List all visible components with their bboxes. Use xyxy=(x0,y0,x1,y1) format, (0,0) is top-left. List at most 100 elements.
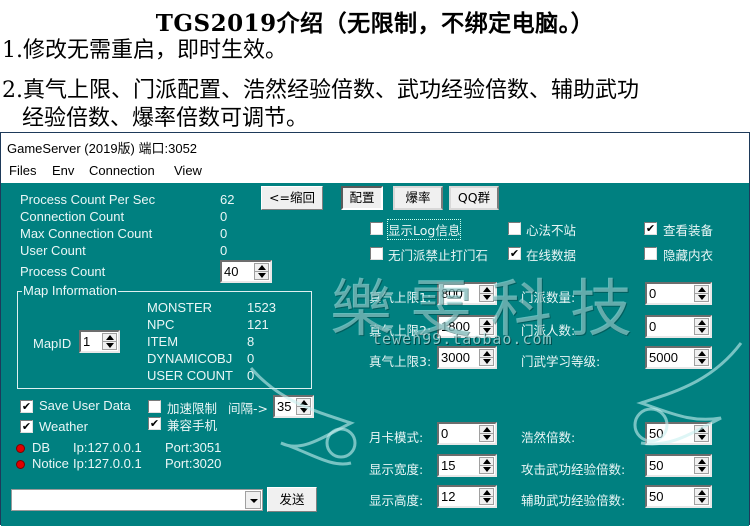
stat-value: 0 xyxy=(220,243,228,258)
arrow-up-icon[interactable] xyxy=(106,335,114,340)
arrow-down-icon[interactable] xyxy=(483,498,491,503)
dropdown-button[interactable] xyxy=(245,491,261,509)
qi-limit-3-spinner[interactable]: 3000 xyxy=(437,346,497,369)
field-value: 50 xyxy=(649,458,664,473)
arrow-up-icon[interactable] xyxy=(483,351,491,356)
menu-connection[interactable]: Connection xyxy=(89,163,155,178)
menu-view[interactable]: View xyxy=(174,163,202,178)
field-label: 辅助武功经验倍数: xyxy=(521,493,626,508)
arrow-up-icon[interactable] xyxy=(483,427,491,432)
spinner-arrows[interactable] xyxy=(479,285,494,302)
field-label: 显示宽度: xyxy=(369,462,424,477)
arrow-up-icon[interactable] xyxy=(698,427,706,432)
arrow-down-icon[interactable] xyxy=(483,359,491,364)
spinner-arrows[interactable] xyxy=(694,318,709,335)
sect-count-spinner[interactable]: 0 xyxy=(645,282,712,305)
arrow-up-icon[interactable] xyxy=(698,351,706,356)
spinner-arrows[interactable] xyxy=(479,349,494,366)
connection-ip: Ip:127.0.0.1 xyxy=(73,440,142,455)
arrow-down-icon[interactable] xyxy=(483,435,491,440)
online-data-checkbox[interactable]: ✔ xyxy=(508,247,521,260)
client-area: Process Count Per Sec 62 Connection Coun… xyxy=(1,183,749,526)
arrow-down-icon[interactable] xyxy=(483,328,491,333)
xinfa-checkbox[interactable] xyxy=(508,222,521,235)
collapse-button[interactable]: <=缩回 xyxy=(261,186,323,210)
arrow-down-icon[interactable] xyxy=(698,328,706,333)
mobile-compat-checkbox[interactable]: ✔ xyxy=(148,417,161,430)
save-user-data-checkbox[interactable]: ✔ xyxy=(20,400,33,413)
spinner-arrows[interactable] xyxy=(694,285,709,302)
arrow-down-icon[interactable] xyxy=(698,359,706,364)
display-width-spinner[interactable]: 15 xyxy=(437,454,497,477)
process-count-spinner[interactable]: 40 xyxy=(220,260,272,283)
spinner-arrows[interactable] xyxy=(694,488,709,505)
sect-skill-level-spinner[interactable]: 5000 xyxy=(645,346,712,369)
arrow-up-icon[interactable] xyxy=(258,265,266,270)
menu-env[interactable]: Env xyxy=(52,163,74,178)
field-value: 5000 xyxy=(649,350,678,365)
tab-config[interactable]: 配置 xyxy=(341,186,383,210)
arrow-up-icon[interactable] xyxy=(483,490,491,495)
field-value: 3000 xyxy=(441,350,470,365)
arrow-down-icon[interactable] xyxy=(483,295,491,300)
map-row-value: 0 xyxy=(247,351,255,366)
monthly-card-spinner[interactable]: 0 xyxy=(437,422,497,445)
arrow-down-icon[interactable] xyxy=(483,467,491,472)
map-row-label: MONSTER xyxy=(147,300,212,315)
arrow-down-icon[interactable] xyxy=(698,295,706,300)
arrow-down-icon[interactable] xyxy=(698,498,706,503)
send-button[interactable]: 发送 xyxy=(267,487,317,512)
connection-port: Port:3020 xyxy=(165,456,222,471)
show-log-checkbox[interactable] xyxy=(370,222,383,235)
arrow-down-icon[interactable] xyxy=(106,343,114,348)
group-legend: Map Information xyxy=(22,283,118,298)
arrow-down-icon[interactable] xyxy=(300,408,308,413)
attack-skill-exp-spinner[interactable]: 50 xyxy=(645,454,712,477)
arrow-up-icon[interactable] xyxy=(698,320,706,325)
tab-drop-rate[interactable]: 爆率 xyxy=(393,186,443,210)
speed-limit-checkbox[interactable] xyxy=(148,400,161,413)
qi-limit-2-spinner[interactable]: 1800 xyxy=(437,315,497,338)
support-skill-exp-spinner[interactable]: 50 xyxy=(645,485,712,508)
arrow-up-icon[interactable] xyxy=(483,459,491,464)
arrow-up-icon[interactable] xyxy=(698,459,706,464)
spinner-arrows[interactable] xyxy=(694,457,709,474)
process-count-label: Process Count xyxy=(20,264,106,279)
spinner-arrows[interactable] xyxy=(694,425,709,442)
arrow-up-icon[interactable] xyxy=(483,320,491,325)
spinner-arrows[interactable] xyxy=(694,349,709,366)
spinner-arrows[interactable] xyxy=(479,425,494,442)
qi-limit-1-spinner[interactable]: 800 xyxy=(437,282,497,305)
spinner-arrows[interactable] xyxy=(254,263,269,280)
display-height-spinner[interactable]: 12 xyxy=(437,485,497,508)
arrow-down-icon[interactable] xyxy=(258,273,266,278)
hide-underwear-checkbox[interactable] xyxy=(644,247,657,260)
arrow-down-icon[interactable] xyxy=(698,467,706,472)
spinner-arrows[interactable] xyxy=(296,398,311,415)
menu-bar: Files Env Connection View xyxy=(1,159,749,183)
haoran-multiplier-spinner[interactable]: 50 xyxy=(645,422,712,445)
arrow-up-icon[interactable] xyxy=(698,287,706,292)
arrow-up-icon[interactable] xyxy=(300,400,308,405)
connection-port: Port:3051 xyxy=(165,440,222,455)
interval-label: 间隔-> xyxy=(228,401,268,416)
spinner-arrows[interactable] xyxy=(102,333,117,350)
spinner-arrows[interactable] xyxy=(479,457,494,474)
weather-checkbox[interactable]: ✔ xyxy=(20,420,33,433)
arrow-down-icon[interactable] xyxy=(698,435,706,440)
sect-members-spinner[interactable]: 0 xyxy=(645,315,712,338)
field-label: 真气上限2: xyxy=(369,323,432,338)
interval-spinner[interactable]: 35 xyxy=(273,395,314,418)
arrow-up-icon[interactable] xyxy=(698,490,706,495)
arrow-up-icon[interactable] xyxy=(483,287,491,292)
no-sect-checkbox[interactable] xyxy=(370,247,383,260)
mapid-spinner[interactable]: 1 xyxy=(79,330,120,353)
stat-label: Process Count Per Sec xyxy=(20,192,156,207)
tab-qq-group[interactable]: QQ群 xyxy=(449,186,499,210)
spinner-arrows[interactable] xyxy=(479,318,494,335)
command-input[interactable] xyxy=(11,489,263,511)
intro-line-2: 2.真气上限、门派配置、浩然经验倍数、武功经验倍数、辅助武功 xyxy=(2,78,639,103)
view-equip-checkbox[interactable]: ✔ xyxy=(644,222,657,235)
spinner-arrows[interactable] xyxy=(479,488,494,505)
menu-files[interactable]: Files xyxy=(9,163,36,178)
